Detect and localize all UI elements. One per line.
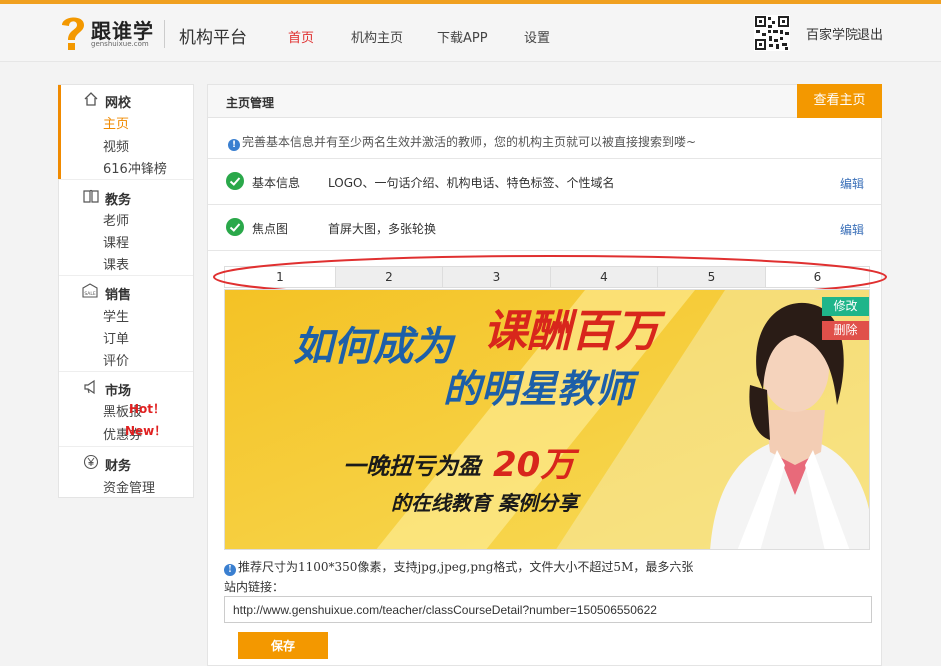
row-basic-info: 基本信息 LOGO、一句话介绍、机构电话、特色标签、个性域名 编辑 bbox=[208, 158, 881, 204]
banner-artwork: 如何成为 课酬百万 的明星教师 一晚扭亏为盈 20万 的在线教育 案例分享 bbox=[225, 290, 869, 549]
row-divider bbox=[208, 250, 881, 251]
save-button[interactable]: 保存 bbox=[238, 632, 328, 659]
banner-line-3a: 一晚扭亏为盈 bbox=[343, 454, 483, 480]
header: 跟谁学 genshuixue.com 机构平台 首页 机构主页 下载APP 设置… bbox=[0, 4, 941, 62]
banner-line-1a: 如何成为 bbox=[293, 324, 456, 370]
banner-line-2: 的明星教师 bbox=[443, 367, 640, 411]
row-description: LOGO、一句话介绍、机构电话、特色标签、个性域名 bbox=[328, 176, 615, 190]
tab-3[interactable]: 3 bbox=[442, 267, 550, 287]
yen-icon bbox=[83, 454, 99, 470]
size-recommendation-text: 推荐尺寸为1100*350像素，支持jpg,jpeg,png格式，文件大小不超过… bbox=[238, 560, 694, 574]
row-description: 首屏大图，多张轮换 bbox=[328, 222, 437, 236]
svg-text:SALE: SALE bbox=[84, 291, 96, 297]
edit-focus-image-link[interactable]: 编辑 bbox=[840, 221, 864, 238]
sidebar-item-funds[interactable]: 资金管理 bbox=[103, 477, 155, 496]
sidebar-item-leaderboard[interactable]: 616冲锋榜 bbox=[103, 158, 167, 177]
nav-org-homepage[interactable]: 机构主页 bbox=[351, 27, 403, 46]
row-label: 基本信息 bbox=[252, 176, 301, 190]
edit-basic-info-link[interactable]: 编辑 bbox=[840, 175, 864, 192]
main-panel: 主页管理 查看主页 ! 完善基本信息并有至少两名生效并激活的教师，您的机构主页就可… bbox=[207, 84, 887, 666]
sidebar-head-finance: 财务 bbox=[105, 459, 132, 474]
sidebar-item-homepage[interactable]: 主页 bbox=[103, 113, 129, 132]
page-title: 主页管理 bbox=[226, 96, 275, 110]
hot-badge: Hot！ bbox=[129, 402, 166, 416]
sidebar: 网校 主页 视频 616冲锋榜 教务 老师 课程 课表 SALE 销售 学生 订… bbox=[58, 84, 194, 498]
nav-settings[interactable]: 设置 bbox=[524, 27, 550, 46]
sidebar-group-finance: 财务 资金管理 bbox=[59, 447, 193, 498]
tab-1[interactable]: 1 bbox=[225, 267, 335, 287]
size-recommendation: ! 推荐尺寸为1100*350像素，支持jpg,jpeg,png格式，文件大小不超… bbox=[224, 558, 693, 576]
tab-5[interactable]: 5 bbox=[657, 267, 765, 287]
logo-divider bbox=[164, 20, 165, 48]
info-icon: ! bbox=[224, 564, 236, 576]
megaphone-icon bbox=[84, 379, 95, 395]
sidebar-group-market: 市场 黑板报 Hot！ 优惠券 New！ bbox=[59, 372, 193, 447]
sidebar-group-sales: SALE 销售 学生 订单 评价 bbox=[59, 276, 193, 372]
sidebar-group-school: 网校 主页 视频 616冲锋榜 bbox=[59, 85, 193, 180]
tab-2[interactable]: 2 bbox=[335, 267, 442, 287]
sale-tag-icon: SALE bbox=[82, 283, 98, 298]
row-focus-image: 焦点图 首屏大图，多张轮换 编辑 bbox=[208, 204, 881, 250]
sidebar-item-videos[interactable]: 视频 bbox=[103, 136, 129, 155]
tab-4[interactable]: 4 bbox=[550, 267, 657, 287]
home-icon bbox=[84, 92, 98, 106]
logout-link[interactable]: 退出 bbox=[857, 24, 883, 43]
focus-image-banner[interactable]: 如何成为 课酬百万 的明星教师 一晚扭亏为盈 20万 的在线教育 案例分享 修改… bbox=[224, 289, 870, 550]
sidebar-head-sales: 销售 bbox=[105, 288, 132, 303]
info-tip-text: 完善基本信息并有至少两名生效并激活的教师，您的机构主页就可以被直接搜索到喽~ bbox=[242, 135, 697, 149]
row-label: 焦点图 bbox=[252, 222, 289, 236]
brand-domain: genshuixue.com bbox=[91, 40, 149, 48]
nav-home[interactable]: 首页 bbox=[288, 27, 314, 46]
internal-link-input[interactable] bbox=[224, 596, 872, 623]
new-badge: New！ bbox=[125, 424, 167, 438]
image-tabs: 1 2 3 4 5 6 bbox=[224, 266, 870, 288]
sidebar-item-students[interactable]: 学生 bbox=[103, 306, 129, 325]
sidebar-group-academic: 教务 老师 课程 课表 bbox=[59, 180, 193, 276]
internal-link-label: 站内链接： bbox=[224, 580, 285, 594]
main-header: 主页管理 查看主页 bbox=[208, 84, 882, 118]
question-mark-logo-icon bbox=[62, 17, 84, 50]
nav-download-app[interactable]: 下载APP bbox=[437, 27, 488, 46]
sidebar-head-market: 市场 bbox=[105, 384, 132, 399]
check-circle-icon bbox=[226, 172, 244, 190]
sidebar-item-courses[interactable]: 课程 bbox=[103, 232, 129, 251]
info-icon: ! bbox=[228, 139, 240, 151]
banner-delete-button[interactable]: 删除 bbox=[822, 321, 869, 340]
check-circle-icon bbox=[226, 218, 244, 236]
user-name[interactable]: 百家学院 bbox=[806, 24, 858, 43]
sidebar-head-school: 网校 bbox=[105, 96, 132, 111]
sidebar-item-orders[interactable]: 订单 bbox=[103, 328, 129, 347]
sidebar-item-teachers[interactable]: 老师 bbox=[103, 210, 129, 229]
sidebar-head-academic: 教务 bbox=[105, 193, 132, 208]
info-tip: ! 完善基本信息并有至少两名生效并激活的教师，您的机构主页就可以被直接搜索到喽~ bbox=[228, 133, 696, 151]
platform-title: 机构平台 bbox=[179, 28, 247, 48]
sidebar-item-schedule[interactable]: 课表 bbox=[103, 254, 129, 273]
book-icon bbox=[83, 189, 99, 203]
qr-code-icon[interactable] bbox=[754, 15, 790, 51]
banner-line-3b: 20万 bbox=[493, 445, 580, 485]
tab-6[interactable]: 6 bbox=[765, 267, 869, 287]
banner-line-1b: 课酬百万 bbox=[483, 306, 666, 357]
view-homepage-button[interactable]: 查看主页 bbox=[797, 84, 882, 118]
banner-line-4: 的在线教育 案例分享 bbox=[391, 491, 581, 515]
logo[interactable]: 跟谁学 genshuixue.com bbox=[58, 13, 158, 53]
sidebar-item-reviews[interactable]: 评价 bbox=[103, 350, 129, 369]
banner-edit-button[interactable]: 修改 bbox=[822, 297, 869, 316]
